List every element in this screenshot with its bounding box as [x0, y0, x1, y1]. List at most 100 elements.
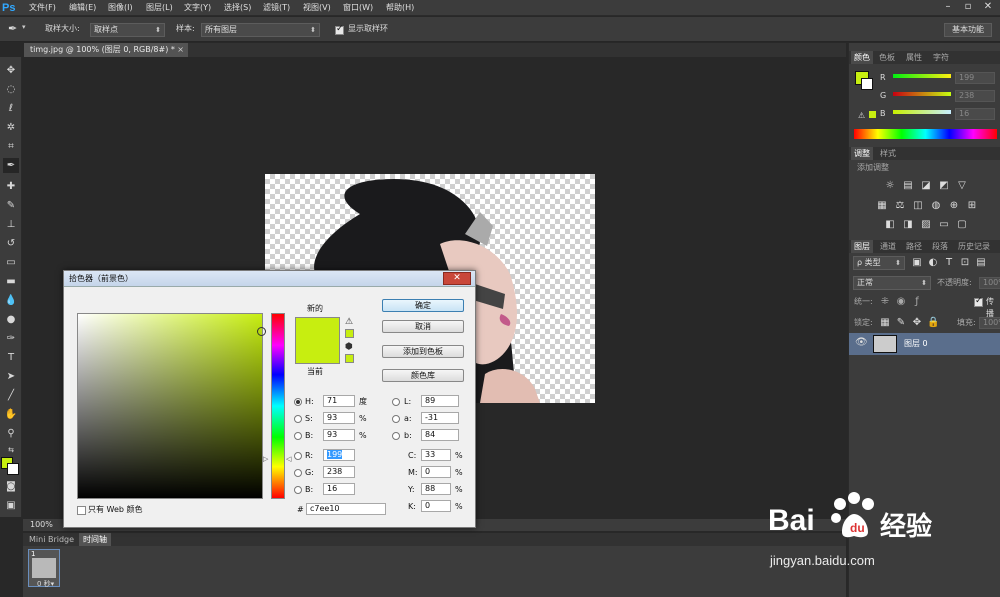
photo-filter-icon[interactable]: ◍: [930, 201, 942, 211]
tab-history[interactable]: 历史记录: [955, 240, 993, 253]
gradient-tool-icon[interactable]: ▬: [3, 274, 19, 289]
propagate-checkbox[interactable]: [974, 296, 983, 307]
brightness-icon[interactable]: ☼: [884, 181, 896, 191]
quick-mask-icon[interactable]: ◙: [3, 479, 19, 494]
path-selection-tool-icon[interactable]: ➤: [3, 369, 19, 384]
magic-wand-tool-icon[interactable]: ✲: [3, 120, 19, 135]
opacity-field[interactable]: 100%: [979, 277, 1000, 289]
line-tool-icon[interactable]: ╱: [3, 388, 19, 403]
unify-visibility-icon[interactable]: ◉: [895, 297, 907, 307]
brush-tool-icon[interactable]: ✎: [3, 198, 19, 213]
tab-paths[interactable]: 路径: [903, 240, 925, 253]
radio-b[interactable]: [294, 486, 302, 494]
g-field[interactable]: 238: [323, 466, 355, 478]
l-field[interactable]: 89: [421, 395, 459, 407]
radio-l[interactable]: [392, 398, 400, 406]
radio-lab-b[interactable]: [392, 432, 400, 440]
gradient-map-icon[interactable]: ▭: [938, 220, 950, 230]
ok-button[interactable]: 确定: [382, 299, 464, 312]
tab-mini-bridge[interactable]: Mini Bridge: [25, 533, 78, 546]
r-slider[interactable]: [893, 74, 951, 78]
screen-mode-icon[interactable]: ▣: [3, 498, 19, 513]
radio-a[interactable]: [392, 415, 400, 423]
tab-paragraph[interactable]: 段落: [929, 240, 951, 253]
eye-icon[interactable]: 👁: [855, 337, 868, 348]
panel-background-swatch[interactable]: [861, 78, 873, 90]
h-field[interactable]: 71: [323, 395, 355, 407]
show-ring-checkbox[interactable]: [335, 24, 344, 35]
color-marker[interactable]: [257, 327, 266, 336]
tab-styles[interactable]: 样式: [877, 147, 899, 160]
k-field[interactable]: 0: [421, 500, 451, 512]
s-field[interactable]: 93: [323, 412, 355, 424]
levels-icon[interactable]: ▤: [902, 181, 914, 191]
frame-delay[interactable]: 0 秒▾: [37, 579, 54, 589]
selective-color-icon[interactable]: ▢: [956, 220, 968, 230]
tab-properties[interactable]: 属性: [903, 51, 925, 64]
web-safe-cube-icon[interactable]: ⬢: [345, 342, 353, 352]
healing-brush-tool-icon[interactable]: ✚: [3, 179, 19, 194]
hue-saturation-icon[interactable]: ▦: [876, 201, 888, 211]
gamut-warning-icon[interactable]: ⚠: [345, 317, 353, 327]
color-balance-icon[interactable]: ⚖: [894, 201, 906, 211]
menu-window[interactable]: 窗口(W): [343, 0, 373, 16]
vibrance-icon[interactable]: ▽: [956, 181, 968, 191]
menu-select[interactable]: 选择(S): [224, 0, 251, 16]
b-field[interactable]: 16: [955, 108, 995, 120]
color-lookup-icon[interactable]: ⊞: [966, 201, 978, 211]
lock-transparent-icon[interactable]: ▦: [879, 318, 891, 328]
gamut-swatch[interactable]: [345, 329, 354, 338]
dialog-close-button[interactable]: ✕: [443, 272, 471, 285]
filter-smart-icon[interactable]: ▤: [975, 258, 987, 268]
pen-tool-icon[interactable]: ✑: [3, 331, 19, 346]
hue-slider[interactable]: [271, 313, 285, 499]
tab-character[interactable]: 字符: [930, 51, 952, 64]
color-libraries-button[interactable]: 颜色库: [382, 369, 464, 382]
unify-style-icon[interactable]: ƒ: [911, 297, 923, 307]
menu-help[interactable]: 帮助(H): [386, 0, 414, 16]
b-field[interactable]: 16: [323, 483, 355, 495]
menu-file[interactable]: 文件(F): [29, 0, 56, 16]
b-slider[interactable]: [893, 110, 951, 114]
radio-h[interactable]: [294, 398, 302, 406]
gamut-warning-icon[interactable]: ⚠: [858, 111, 865, 120]
cancel-button[interactable]: 取消: [382, 320, 464, 333]
menu-type[interactable]: 文字(Y): [184, 0, 211, 16]
zoom-tool-icon[interactable]: ⚲: [3, 426, 19, 441]
brightness-field[interactable]: 93: [323, 429, 355, 441]
c-field[interactable]: 33: [421, 449, 451, 461]
minimize-button[interactable]: –: [938, 0, 958, 14]
invert-icon[interactable]: ◧: [884, 220, 896, 230]
tab-timeline[interactable]: 时间轴: [79, 533, 111, 546]
radio-s[interactable]: [294, 415, 302, 423]
unify-position-icon[interactable]: ⁜: [879, 297, 891, 307]
zoom-level[interactable]: 100%: [30, 519, 53, 531]
background-color-swatch[interactable]: [7, 463, 19, 475]
fill-field[interactable]: 100%: [979, 317, 1000, 329]
g-slider[interactable]: [893, 92, 951, 96]
chevron-down-icon[interactable]: ▾: [22, 23, 26, 31]
eraser-tool-icon[interactable]: ▭: [3, 255, 19, 270]
curves-icon[interactable]: ◪: [920, 181, 932, 191]
eyedropper-tool-icon[interactable]: ✒: [3, 158, 19, 173]
swap-colors-icon[interactable]: ⇆: [3, 443, 19, 458]
history-brush-tool-icon[interactable]: ↺: [3, 236, 19, 251]
layer-name[interactable]: 图层 0: [904, 338, 928, 350]
hue-arrow-left-icon[interactable]: ▷: [263, 455, 268, 463]
add-to-swatches-button[interactable]: 添加到色板: [382, 345, 464, 358]
black-white-icon[interactable]: ◫: [912, 201, 924, 211]
tab-adjustments[interactable]: 调整: [851, 147, 873, 160]
tab-swatches[interactable]: 色板: [876, 51, 898, 64]
gamut-swatch[interactable]: [869, 111, 876, 118]
a-field[interactable]: -31: [421, 412, 459, 424]
tab-layers[interactable]: 图层: [851, 240, 873, 253]
channel-mixer-icon[interactable]: ⊕: [948, 201, 960, 211]
filter-type-icon[interactable]: T: [943, 258, 955, 268]
filter-shape-icon[interactable]: ⊡: [959, 258, 971, 268]
filter-adjust-icon[interactable]: ◐: [927, 258, 939, 268]
web-safe-swatch[interactable]: [345, 354, 354, 363]
r-field[interactable]: 199: [955, 72, 995, 84]
dodge-tool-icon[interactable]: ●: [3, 312, 19, 327]
threshold-icon[interactable]: ▨: [920, 220, 932, 230]
color-ramp[interactable]: [854, 129, 997, 139]
